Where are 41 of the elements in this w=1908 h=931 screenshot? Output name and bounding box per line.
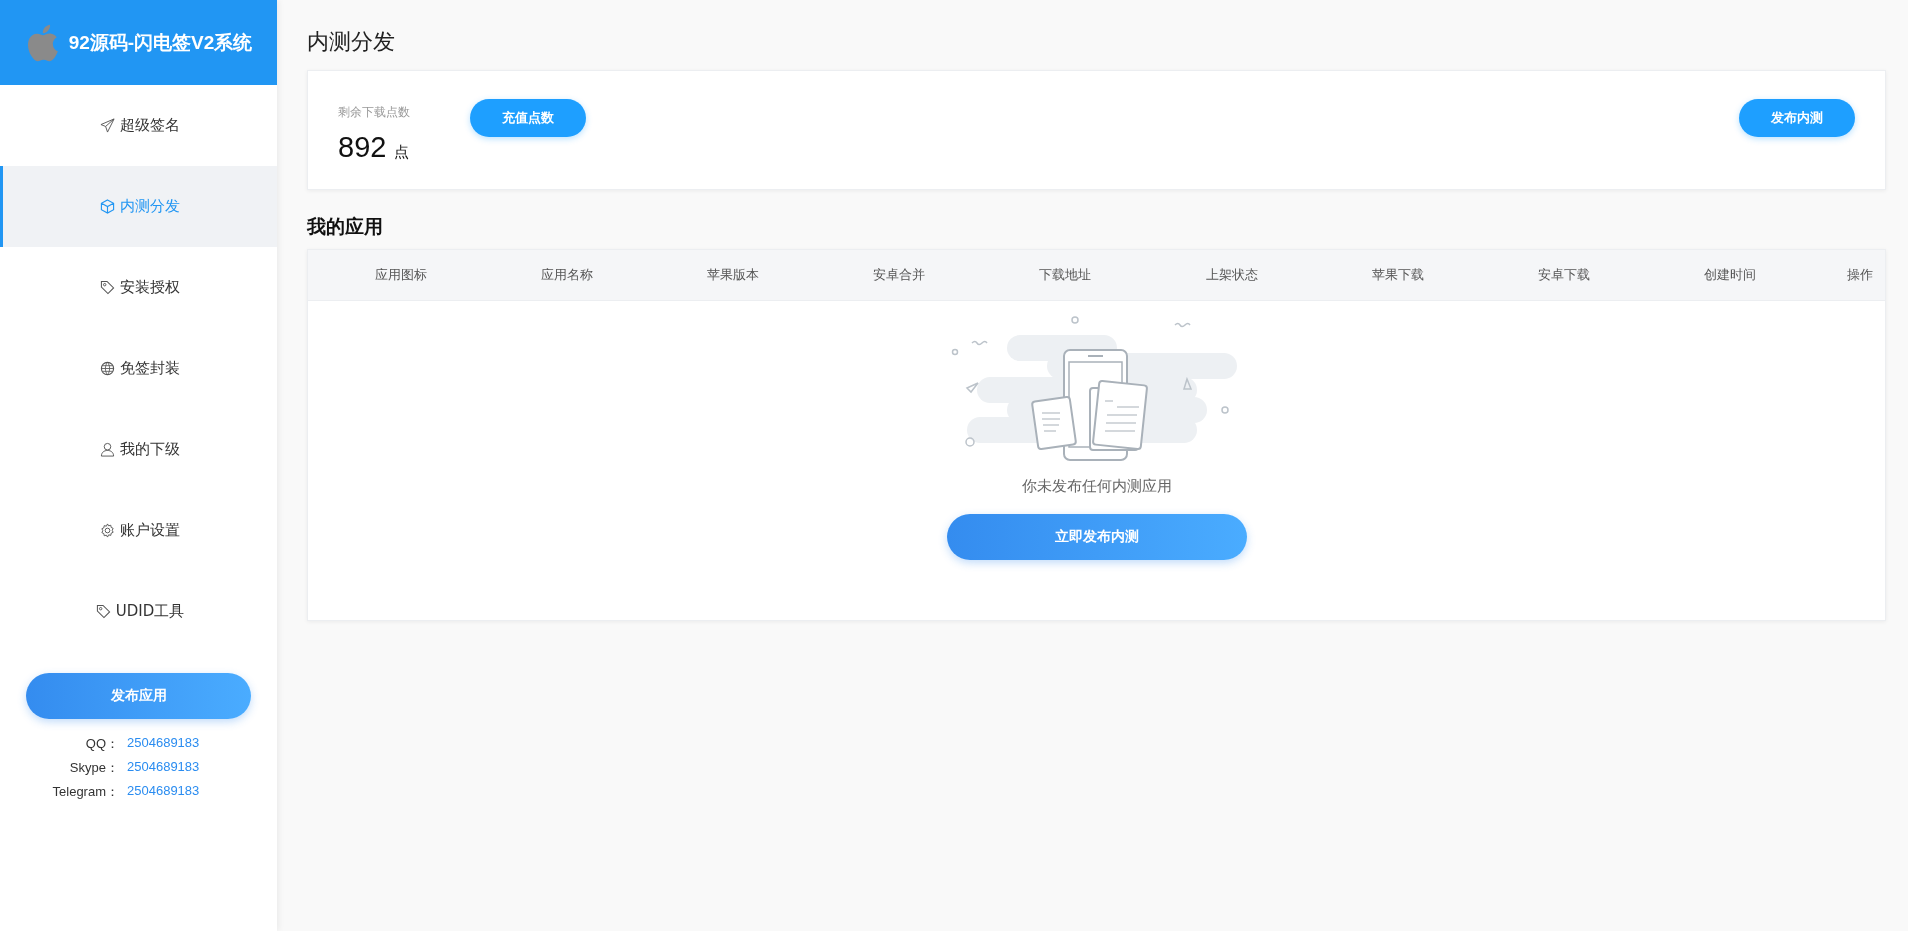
nav-item[interactable]: 账户设置 <box>0 490 277 571</box>
nav-item[interactable]: 安装授权 <box>0 247 277 328</box>
nav-item[interactable]: 内测分发 <box>0 166 277 247</box>
tag-icon <box>95 604 111 619</box>
nav-item[interactable]: UDID工具 <box>0 571 277 652</box>
column-header: 下载地址 <box>1038 266 1093 284</box>
publish-beta-button[interactable]: 发布内测 <box>1739 99 1855 137</box>
publish-now-button[interactable]: 立即发布内测 <box>946 514 1247 560</box>
app-title: 92源码-闪电签V2系统 <box>68 30 253 55</box>
recharge-button[interactable]: 充值点数 <box>470 99 586 137</box>
cube-icon <box>100 199 115 214</box>
column-header: 苹果下载 <box>1370 266 1425 284</box>
points-label: 剩余下载点数 <box>338 104 410 121</box>
publish-app-button[interactable]: 发布应用 <box>26 673 251 719</box>
nav-item[interactable]: 我的下级 <box>0 409 277 490</box>
column-header: 应用名称 <box>540 266 595 284</box>
points-value: 892 <box>338 131 387 163</box>
contact-link[interactable]: 2504689183 <box>119 783 200 801</box>
section-title: 我的应用 <box>307 214 384 239</box>
column-header: 操作 <box>1846 266 1873 284</box>
column-header: 上架状态 <box>1204 266 1259 284</box>
contact-link[interactable]: 2504689183 <box>119 735 200 753</box>
contact-link[interactable]: 2504689183 <box>119 759 200 777</box>
column-header: 应用图标 <box>374 266 429 284</box>
paper-plane-icon <box>100 118 115 133</box>
contact-label: Telegram： <box>51 783 119 801</box>
column-header: 安卓合并 <box>872 266 927 284</box>
settings-icon <box>100 523 115 538</box>
nav-item[interactable]: 超级签名 <box>0 85 277 166</box>
points-unit: 点 <box>394 143 410 161</box>
empty-message: 你未发布任何内测应用 <box>1021 477 1172 496</box>
user-icon <box>100 442 115 457</box>
column-header: 安卓下载 <box>1536 266 1591 284</box>
column-header: 创建时间 <box>1702 266 1757 284</box>
contact-label: Skype： <box>68 759 119 777</box>
page-title: 内测分发 <box>307 28 396 56</box>
tag-icon <box>100 280 115 295</box>
nav-item[interactable]: 免签封装 <box>0 328 277 409</box>
column-header: 苹果版本 <box>706 266 761 284</box>
contact-label: QQ： <box>84 735 119 753</box>
globe-icon <box>100 361 115 376</box>
